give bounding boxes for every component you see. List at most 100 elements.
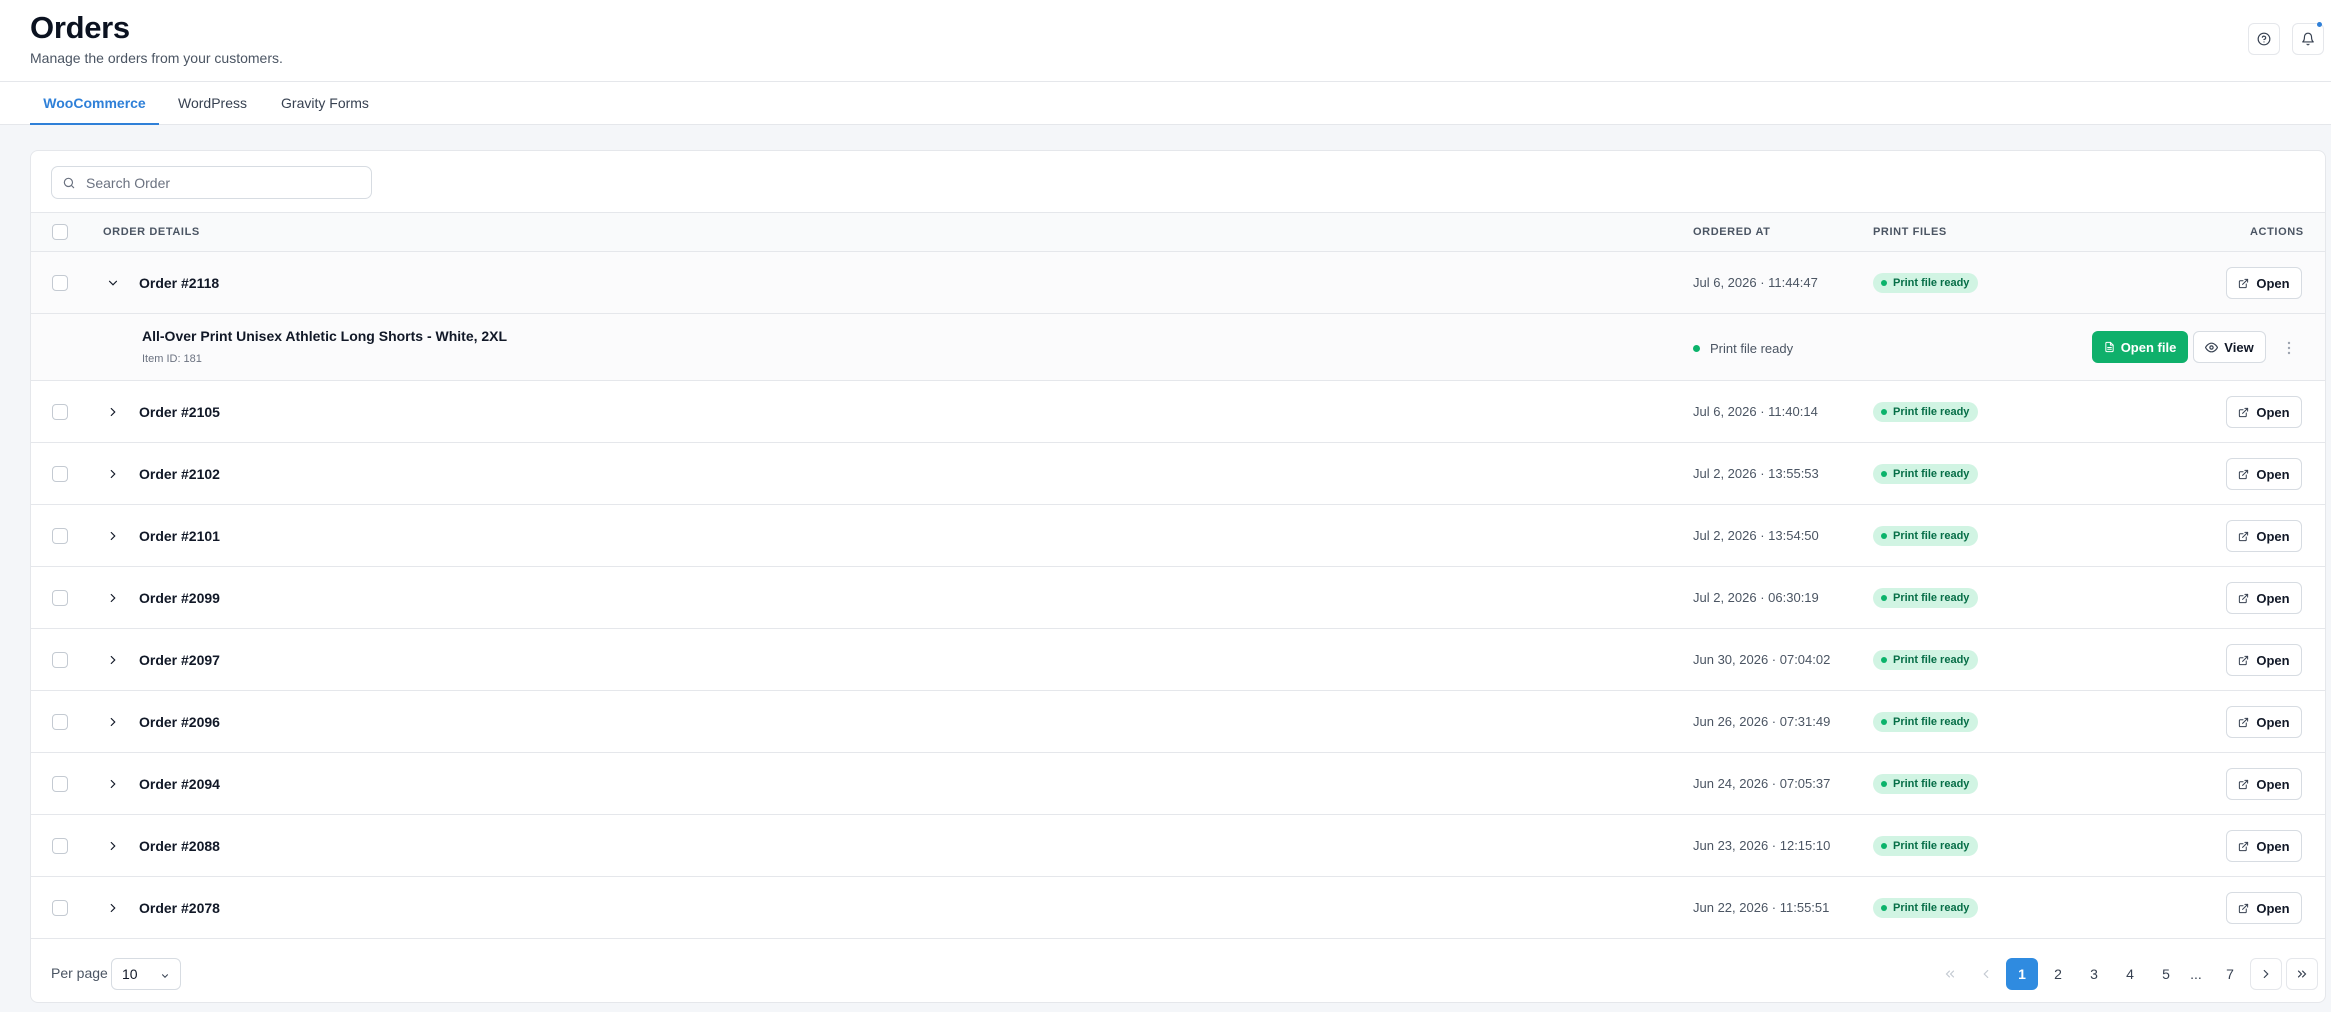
notification-dot xyxy=(2317,22,2322,27)
external-link-icon xyxy=(2239,593,2249,603)
table-row[interactable]: Order #2101 Jul 2, 2026 · 13:54:50 Print f… xyxy=(31,505,2325,567)
status-badge: Print file ready xyxy=(1873,588,1979,608)
status-dot xyxy=(1881,843,1887,849)
row-checkbox[interactable] xyxy=(52,838,68,854)
open-button-label: Open xyxy=(2256,838,2290,854)
order-id[interactable]: Order #2118 xyxy=(139,275,219,291)
row-expand-toggle[interactable] xyxy=(105,776,121,792)
help-button[interactable] xyxy=(2248,23,2280,55)
page-button-3[interactable]: 3 xyxy=(2078,958,2110,990)
table-row[interactable]: Order #2096 Jun 26, 2026 · 07:31:49 Print … xyxy=(31,691,2325,753)
first-page-button[interactable] xyxy=(1934,958,1966,990)
row-expand-toggle[interactable] xyxy=(105,838,121,854)
table-row[interactable]: Order #2102 Jul 2, 2026 · 13:55:53 Print f… xyxy=(31,443,2325,505)
order-id[interactable]: Order #2102 xyxy=(139,466,220,482)
row-checkbox[interactable] xyxy=(52,404,68,420)
order-id[interactable]: Order #2078 xyxy=(139,900,220,916)
table-row[interactable]: Order #2118 Jul 6, 2026 · 11:44:47 Print f… xyxy=(31,252,2325,314)
external-link-icon xyxy=(2239,278,2249,288)
row-checkbox[interactable] xyxy=(52,275,68,291)
chevron-right-icon xyxy=(110,407,116,417)
chevrons-left-icon xyxy=(1945,970,1955,978)
table-row[interactable]: Order #2094 Jun 24, 2026 · 07:05:37 Print … xyxy=(31,753,2325,815)
eye-icon xyxy=(2205,342,2219,352)
help-circle-icon xyxy=(2257,32,2271,46)
chevron-down-icon xyxy=(161,974,169,978)
row-checkbox[interactable] xyxy=(52,466,68,482)
external-link-icon xyxy=(2239,531,2249,541)
row-checkbox[interactable] xyxy=(52,652,68,668)
open-order-button[interactable]: Open xyxy=(2226,396,2302,428)
row-expand-toggle[interactable] xyxy=(105,404,121,420)
page-button-4[interactable]: 4 xyxy=(2114,958,2146,990)
status-badge-label: Print file ready xyxy=(1893,277,1970,289)
row-checkbox[interactable] xyxy=(52,714,68,730)
external-link-icon xyxy=(2239,903,2249,913)
notifications-button[interactable] xyxy=(2292,22,2324,55)
bell-icon xyxy=(2302,32,2314,46)
row-expand-toggle[interactable] xyxy=(105,275,121,291)
table-row[interactable]: Order #2099 Jul 2, 2026 · 06:30:19 Print f… xyxy=(31,567,2325,629)
table-row[interactable]: Order #2105 Jul 6, 2026 · 11:40:14 Print f… xyxy=(31,381,2325,443)
status-badge-label: Print file ready xyxy=(1893,778,1970,790)
open-file-button[interactable]: Open file xyxy=(2092,331,2188,363)
open-order-button[interactable]: Open xyxy=(2226,520,2302,552)
open-order-button[interactable]: Open xyxy=(2226,706,2302,738)
row-expand-toggle[interactable] xyxy=(105,590,121,606)
table-row[interactable]: Order #2078 Jun 22, 2026 · 11:55:51 Print … xyxy=(31,877,2325,939)
search-input[interactable] xyxy=(86,174,346,191)
status-dot xyxy=(1881,905,1887,911)
row-checkbox[interactable] xyxy=(52,590,68,606)
page-button-2[interactable]: 2 xyxy=(2042,958,2074,990)
open-order-button[interactable]: Open xyxy=(2226,267,2302,299)
open-order-button[interactable]: Open xyxy=(2226,582,2302,614)
open-order-button[interactable]: Open xyxy=(2226,892,2302,924)
table-row[interactable]: Order #2097 Jun 30, 2026 · 07:04:02 Print … xyxy=(31,629,2325,691)
status-badge-label: Print file ready xyxy=(1893,654,1970,666)
row-expand-toggle[interactable] xyxy=(105,466,121,482)
status-badge-label: Print file ready xyxy=(1893,406,1970,418)
order-id[interactable]: Order #2099 xyxy=(139,590,220,606)
per-page-select[interactable]: 10 xyxy=(111,958,181,990)
tab-wordpress[interactable]: WordPress xyxy=(170,82,255,125)
last-page-button[interactable] xyxy=(2286,958,2318,990)
order-id[interactable]: Order #2105 xyxy=(139,404,220,420)
row-expand-toggle[interactable] xyxy=(105,652,121,668)
search-box[interactable] xyxy=(51,166,372,199)
external-link-icon xyxy=(2239,779,2249,789)
status-badge: Print file ready xyxy=(1873,650,1979,670)
open-order-button[interactable]: Open xyxy=(2226,644,2302,676)
row-expand-toggle[interactable] xyxy=(105,714,121,730)
prev-page-button[interactable] xyxy=(1970,958,2002,990)
open-order-button[interactable]: Open xyxy=(2226,830,2302,862)
status-dot xyxy=(1693,345,1700,352)
row-checkbox[interactable] xyxy=(52,900,68,916)
status-badge: Print file ready xyxy=(1873,402,1979,422)
order-id[interactable]: Order #2101 xyxy=(139,528,220,544)
row-expand-toggle[interactable] xyxy=(105,528,121,544)
file-icon xyxy=(2105,341,2114,353)
more-actions-button[interactable] xyxy=(2281,338,2297,358)
chevron-down-icon xyxy=(108,280,118,286)
order-id[interactable]: Order #2097 xyxy=(139,652,220,668)
view-button[interactable]: View xyxy=(2193,331,2266,363)
row-expand-toggle[interactable] xyxy=(105,900,121,916)
ordered-at: Jun 22, 2026 · 11:55:51 xyxy=(1693,900,1830,915)
page-button-7[interactable]: 7 xyxy=(2214,958,2246,990)
row-checkbox[interactable] xyxy=(52,528,68,544)
tab-woocommerce[interactable]: WooCommerce xyxy=(30,82,159,125)
select-all-checkbox[interactable] xyxy=(52,224,68,240)
open-order-button[interactable]: Open xyxy=(2226,768,2302,800)
next-page-button[interactable] xyxy=(2250,958,2282,990)
order-id[interactable]: Order #2096 xyxy=(139,714,220,730)
row-checkbox[interactable] xyxy=(52,776,68,792)
order-id[interactable]: Order #2094 xyxy=(139,776,220,792)
page-button-1[interactable]: 1 xyxy=(2006,958,2038,990)
tab-gravity-forms[interactable]: Gravity Forms xyxy=(275,82,375,125)
item-name: All-Over Print Unisex Athletic Long Shor… xyxy=(142,328,508,344)
status-badge: Print file ready xyxy=(1873,836,1979,856)
order-id[interactable]: Order #2088 xyxy=(139,838,220,854)
open-order-button[interactable]: Open xyxy=(2226,458,2302,490)
table-row[interactable]: Order #2088 Jun 23, 2026 · 12:15:10 Print … xyxy=(31,815,2325,877)
page-button-5[interactable]: 5 xyxy=(2150,958,2182,990)
